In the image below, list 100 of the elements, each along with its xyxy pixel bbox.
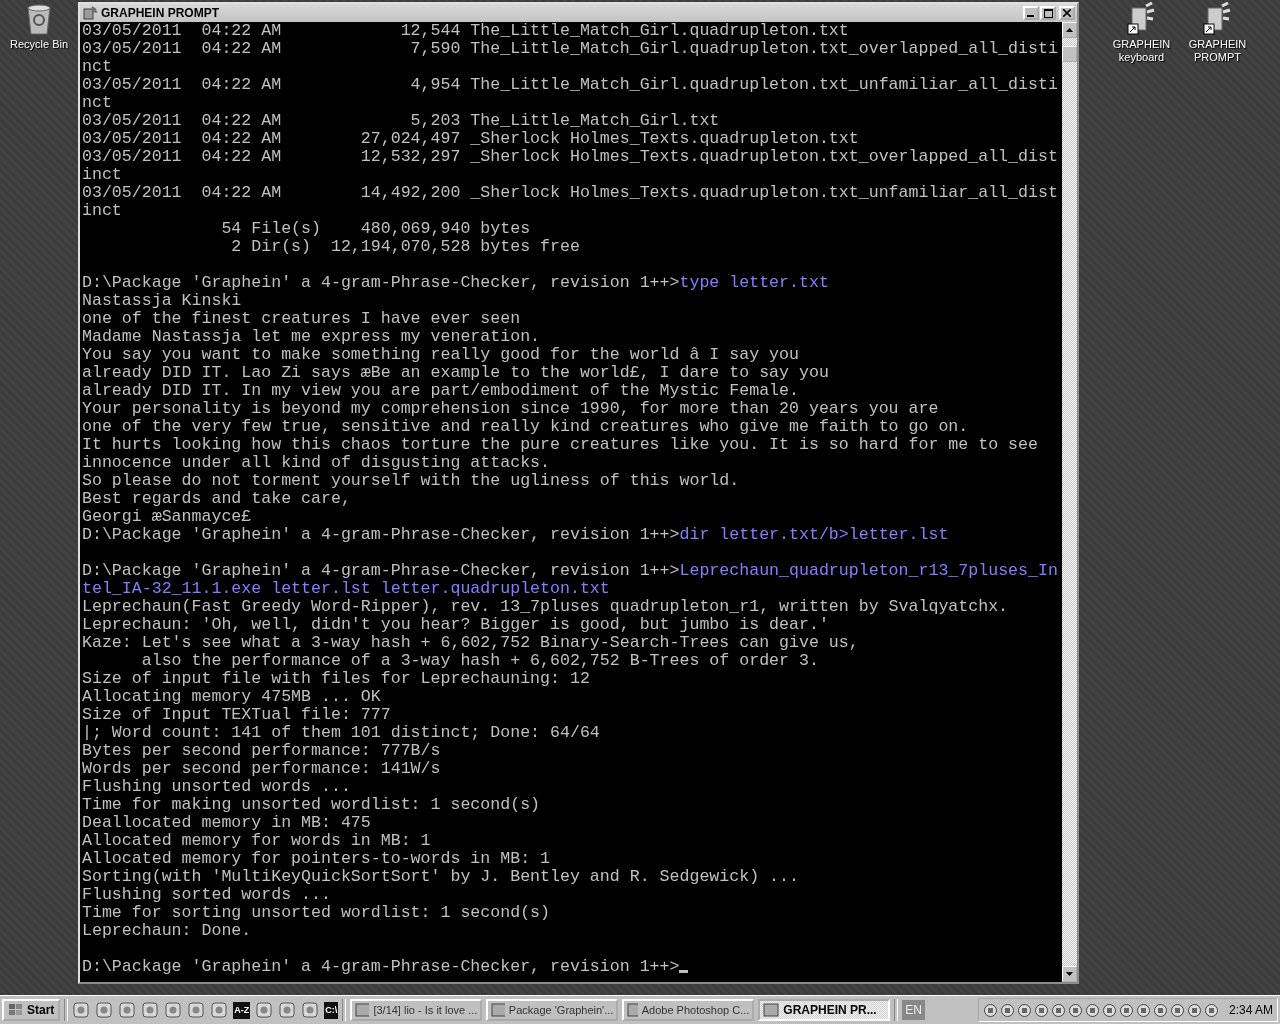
desktop-shortcut[interactable]: Recycle Bin <box>1 2 77 51</box>
console-text: Words per second performance: 141W/s <box>82 759 441 778</box>
up-arrow-icon <box>1066 28 1073 32</box>
console-text: nct <box>82 93 112 112</box>
quick-launch-icon[interactable] <box>187 1001 206 1019</box>
window-icon <box>491 1002 505 1018</box>
console-text: 03/05/2011 04:22 AM 27,024,497 _Sherlock Holmes_Texts.quadrupleton.txt <box>82 129 859 148</box>
typed-command: tel_IA-32_11.1.exe letter.lst letter.quadrupleton.txt <box>82 579 610 598</box>
console-text: already DID IT. In my view you are part/embodiment of the Mystic Female. <box>82 381 799 400</box>
tray-icon[interactable] <box>1152 1002 1168 1018</box>
console-text: 03/05/2011 04:22 AM 12,544 The_Little_Match_Girl.quadrupleton.txt <box>82 22 849 40</box>
console-text: Allocated memory for pointers-to-words in MB: 1 <box>82 849 551 868</box>
console-text: |; Word count: 141 of them 101 distinct; Done: 64/64 <box>82 723 600 742</box>
close-button[interactable] <box>1059 6 1075 20</box>
down-arrow-icon <box>1066 972 1073 976</box>
console-text: one of the very few true, sensitive and really kind creatures who give me faith to go on. <box>82 417 969 436</box>
window-icon <box>355 1002 370 1018</box>
quick-launch-icon[interactable] <box>95 1001 114 1019</box>
maximize-button[interactable] <box>1040 6 1056 20</box>
quick-launch-icon[interactable] <box>164 1001 183 1019</box>
console-text: Best regards and take care, <box>82 489 351 508</box>
tray-icon[interactable] <box>1101 1002 1117 1018</box>
quick-launch-icon[interactable]: C:\ <box>324 1001 339 1019</box>
console-text: 03/05/2011 04:22 AM 4,954 The_Little_Match_Girl.quadrupleton.txt_unfamiliar_all_disti <box>82 75 1058 94</box>
windows-logo-icon <box>8 1003 24 1017</box>
taskbar-button[interactable]: Adobe Photoshop C... <box>622 999 755 1021</box>
console-text: already DID IT. Lao Zi says æBe an example to the world£, I dare to say you <box>82 363 829 382</box>
console-text: Allocated memory for words in MB: 1 <box>82 831 431 850</box>
tray-icon[interactable] <box>1118 1002 1134 1018</box>
taskbar-button[interactable]: Package 'Graphein'... <box>486 999 619 1021</box>
console-text: 03/05/2011 04:22 AM 14,492,200 _Sherlock Holmes_Texts.quadrupleton.txt_unfamiliar_all_dist <box>82 183 1058 202</box>
typed-command: Leprechaun_quadrupleton_r13_7pluses_In <box>679 561 1058 580</box>
command-prompt: D:\Package 'Graphein' a 4-gram-Phrase-Checker, revision 1++> <box>82 273 680 292</box>
window-icon <box>627 1002 638 1018</box>
console-text: 2 Dir(s) 12,194,070,528 bytes free <box>230 237 580 256</box>
quick-launch-icon[interactable] <box>301 1001 320 1019</box>
command-prompt: D:\Package 'Graphein' a 4-gram-Phrase-Checker, revision 1++> <box>82 525 680 544</box>
quick-launch-icon[interactable] <box>141 1001 160 1019</box>
desktop-shortcut[interactable]: GRAPHEIN PROMPT <box>1180 2 1255 995</box>
tray-icon[interactable] <box>1084 1002 1100 1018</box>
tray-icon[interactable] <box>1016 1002 1032 1018</box>
console-text: It hurts looking how this chaos torture the pure creatures like you. It is so hard for me to see <box>82 435 1038 454</box>
clock: 2:34 AM <box>1228 1003 1273 1017</box>
console-text: nct <box>82 57 112 76</box>
console-text: So please do not torment yourself with the ugliness of this world. <box>82 471 740 490</box>
console-text: 03/05/2011 04:22 AM 5,203 The_Little_Match_Girl.txt <box>82 111 720 130</box>
console-text: one of the finest creatures I have ever seen <box>82 309 521 328</box>
quick-launch-icon[interactable]: A-Z <box>233 1001 251 1019</box>
close-icon <box>1063 9 1071 17</box>
console-text: Your personality is beyond my comprehension since 1990, for more than 20 years you are <box>82 399 939 418</box>
console-text: Bytes per second performance: 777B/s <box>82 741 441 760</box>
quick-launch-icon[interactable] <box>72 1001 91 1019</box>
typed-command: dir letter.txt/b>letter.lst <box>679 525 949 544</box>
command-prompt: D:\Package 'Graphein' a 4-gram-Phrase-Checker, revision 1++> <box>82 957 680 976</box>
console-text: inct <box>82 165 122 184</box>
console-text: 03/05/2011 04:22 AM 12,532,297 _Sherlock Holmes_Texts.quadrupleton.txt_overlapped_all_dist <box>82 147 1058 166</box>
console-text: Time for making unsorted wordlist: 1 second(s) <box>82 795 541 814</box>
scroll-thumb[interactable] <box>1062 46 1077 62</box>
quick-launch-icon[interactable] <box>210 1001 229 1019</box>
taskbar-button[interactable]: [3/14] lio - Is it love ... <box>350 999 483 1021</box>
tray-icon[interactable] <box>1033 1002 1049 1018</box>
tray-icon[interactable] <box>1050 1002 1066 1018</box>
console-text: Deallocated memory in MB: 475 <box>82 813 371 832</box>
console-text: Leprechaun: Done. <box>82 921 252 940</box>
quick-launch-icon[interactable] <box>278 1001 297 1019</box>
tray-icon[interactable] <box>1186 1002 1202 1018</box>
console-text: Leprechaun(Fast Greedy Word-Ripper), rev. 13_7pluses quadrupleton_r1, written by Svalqyatchx. <box>82 597 1009 616</box>
desktop-shortcut[interactable]: GRAPHEIN keyboard <box>1104 2 1179 995</box>
console-text: Size of Input TEXTual file: 777 <box>82 705 391 724</box>
console-text: innocence under all kind of disgusting attacks. <box>82 453 551 472</box>
tray-icon[interactable] <box>1067 1002 1083 1018</box>
maximize-icon <box>1043 8 1053 18</box>
window-title: GRAPHEIN PROMPT <box>101 6 220 20</box>
tray-icon[interactable] <box>1169 1002 1185 1018</box>
vertical-scrollbar[interactable] <box>1062 22 1077 982</box>
console-text: Allocating memory 475MB ... OK <box>82 687 381 706</box>
minimize-button[interactable] <box>1023 6 1039 20</box>
console-text: inct <box>82 201 122 220</box>
console-text: also the performance of a 3-way hash + 6,602,752 B-Trees of order 3. <box>140 651 819 670</box>
console-text: Sorting(with 'MultiKeyQuickSortSort' by J. Bentley and R. Sedgewick) ... <box>82 867 799 886</box>
tray-icon[interactable] <box>999 1002 1015 1018</box>
window-icon <box>763 1002 780 1018</box>
quick-launch-icon[interactable] <box>255 1001 274 1019</box>
console-text: 03/05/2011 04:22 AM 7,590 The_Little_Match_Girl.quadrupleton.txt_overlapped_all_disti <box>82 39 1058 58</box>
console-text: Time for sorting unsorted wordlist: 1 second(s) <box>82 903 551 922</box>
tray-icon[interactable] <box>1135 1002 1151 1018</box>
console-text: Nastassja Kinski <box>82 291 242 310</box>
tray-icon[interactable] <box>982 1002 998 1018</box>
quick-launch-icon[interactable] <box>118 1001 137 1019</box>
console-text: Georgi æSanmayce£ <box>82 507 252 526</box>
command-prompt: D:\Package 'Graphein' a 4-gram-Phrase-Checker, revision 1++> <box>82 561 680 580</box>
start-button[interactable]: Start <box>2 999 61 1021</box>
console-text: Madame Nastassja let me express my veneration. <box>82 327 541 346</box>
console-text: You say you want to make something really good for the world â I say you <box>82 345 799 364</box>
tray-icon[interactable] <box>1203 1002 1219 1018</box>
console-text: Kaze: Let's see what a 3-way hash + 6,602,752 Binary-Search-Trees can give us, <box>82 633 859 652</box>
taskbar-button[interactable]: GRAPHEIN PR... <box>758 999 891 1021</box>
console-text: Leprechaun: 'Oh, well, didn't you hear? Bigger is good, but jumbo is dear.' <box>82 615 829 634</box>
app-icon <box>82 5 98 21</box>
console-text: Size of input file with files for Leprechauning: 12 <box>82 669 590 688</box>
